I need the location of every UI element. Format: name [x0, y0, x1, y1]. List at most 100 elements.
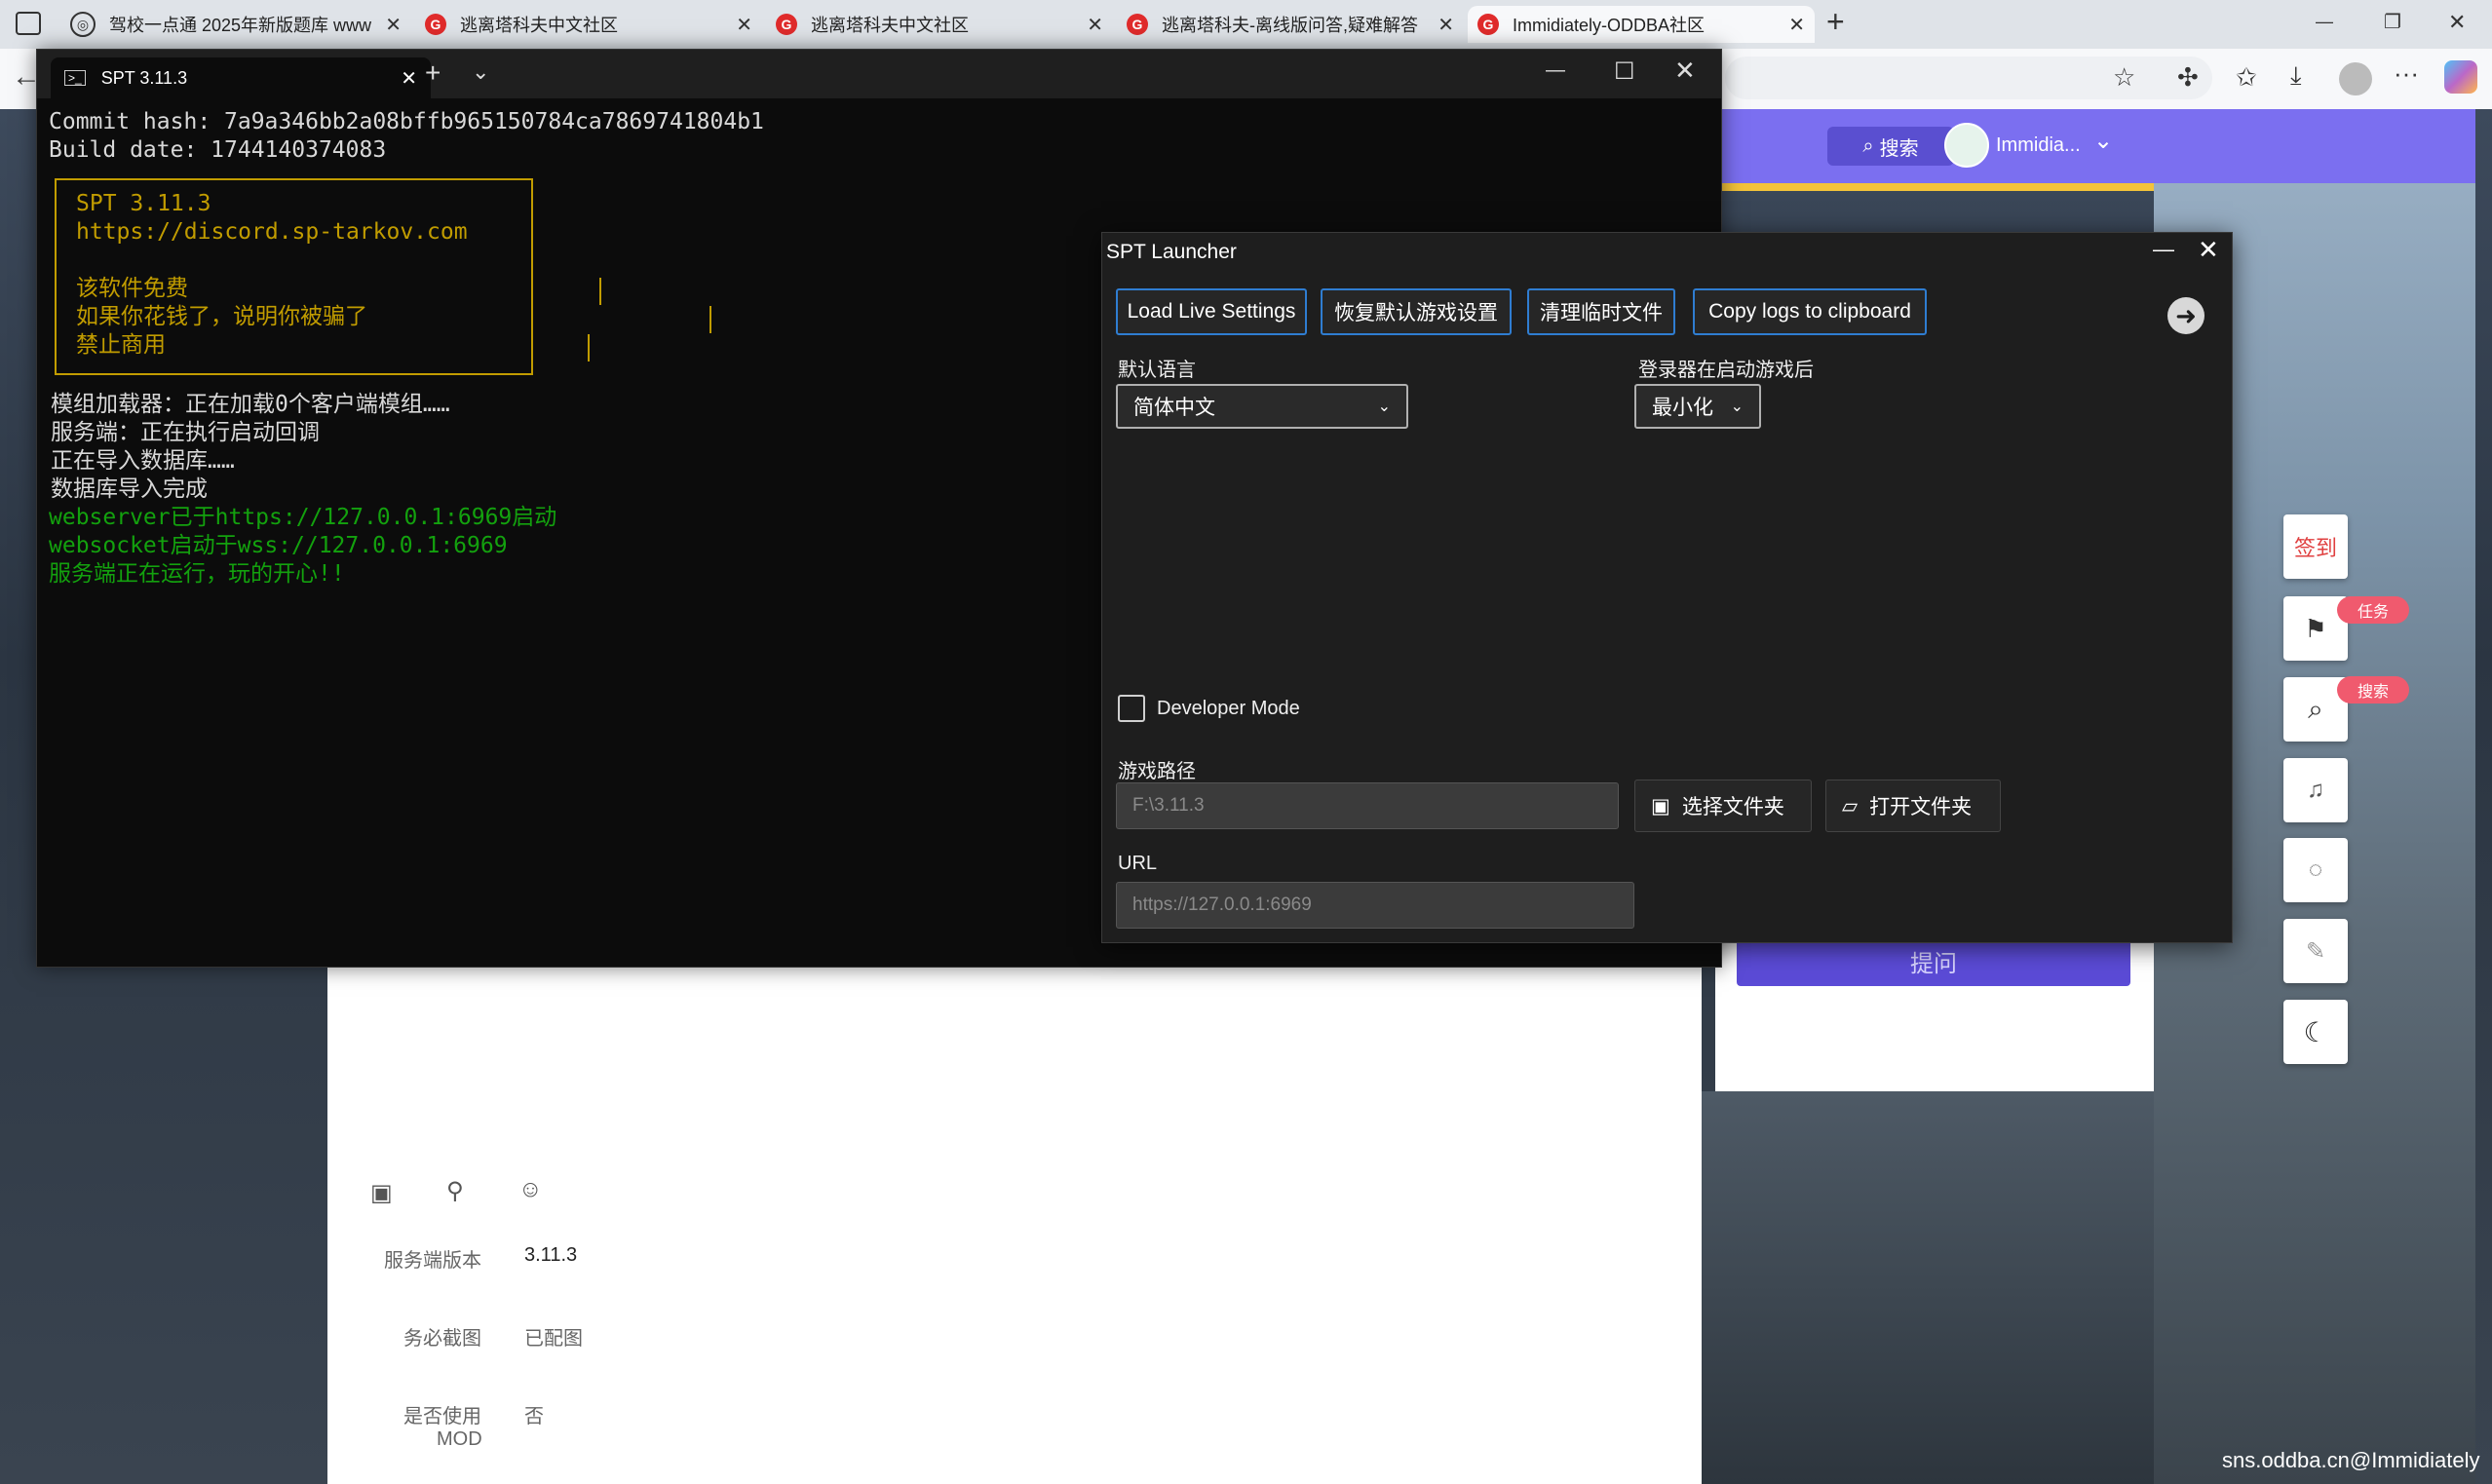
- arrow-right-icon[interactable]: ➜: [2167, 297, 2204, 334]
- search-tag[interactable]: 搜索: [2337, 676, 2409, 704]
- favorite-star-icon[interactable]: ☆: [2113, 62, 2135, 93]
- after-launch-value: 最小化: [1652, 397, 1713, 419]
- watermark: sns.oddba.cn@Immidiately: [2222, 1448, 2480, 1472]
- game-path-label: 游戏路径: [1118, 761, 1196, 782]
- site-logo-icon: G: [425, 14, 446, 35]
- developer-mode-checkbox[interactable]: [1118, 695, 1145, 722]
- chevron-down-icon: ⌄: [1377, 399, 1391, 415]
- open-folder-button[interactable]: ▱ 打开文件夹: [1825, 780, 2001, 832]
- tab-close-icon[interactable]: ✕: [1788, 13, 1805, 37]
- tab-close-icon[interactable]: ✕: [385, 13, 402, 37]
- screenshot-value: 已配图: [524, 1328, 583, 1350]
- download-icon[interactable]: ⤓: [2290, 60, 2302, 92]
- banner-border-fragment: [709, 306, 711, 333]
- link-icon[interactable]: ⚲: [446, 1177, 464, 1205]
- tab-close-icon[interactable]: ✕: [1087, 13, 1103, 37]
- close-icon[interactable]: ✕: [401, 66, 417, 91]
- folder-add-icon: ▣: [1651, 794, 1670, 818]
- clear-temp-button[interactable]: 清理临时文件: [1527, 288, 1675, 335]
- tab-close-icon[interactable]: ✕: [1438, 13, 1454, 37]
- select-folder-label: 选择文件夹: [1681, 796, 1784, 818]
- restore-defaults-button[interactable]: 恢复默认游戏设置: [1321, 288, 1512, 335]
- maximize-button[interactable]: ☐: [1614, 57, 1635, 86]
- site-logo-icon: G: [776, 14, 797, 35]
- server-version-value: 3.11.3: [524, 1244, 578, 1266]
- bell-icon[interactable]: ♫: [2283, 758, 2348, 822]
- chat-icon[interactable]: ◌: [2283, 838, 2348, 902]
- banner-line: 该软件免费: [76, 276, 188, 301]
- tab-label: Immidiately-ODDBA社区: [1513, 16, 1706, 35]
- banner-border-fragment: [588, 334, 590, 361]
- site-header: ⌕ 搜索 Immidia... ⌄: [1696, 109, 2475, 183]
- site-logo-icon: G: [1127, 14, 1148, 35]
- language-value: 简体中文: [1133, 397, 1215, 419]
- terminal-titlebar: >_ SPT 3.11.3 ✕ + ⌄ — ☐ ✕: [37, 50, 1721, 98]
- favorites-icon[interactable]: ✩: [2236, 62, 2257, 93]
- banner-border-fragment: [599, 278, 601, 305]
- close-button[interactable]: ✕: [1674, 56, 1696, 86]
- site-search-button[interactable]: ⌕ 搜索: [1827, 127, 1954, 166]
- browser-tab-1[interactable]: ◎ 驾校一点通 2025年新版题库 www ✕: [60, 6, 411, 43]
- terminal-tab[interactable]: >_ SPT 3.11.3 ✕: [51, 57, 431, 98]
- terminal-line: 服务端：正在执行启动回调: [51, 420, 320, 445]
- new-tab-button[interactable]: +: [1826, 4, 1845, 40]
- chevron-down-icon[interactable]: ⌄: [2093, 127, 2113, 155]
- chevron-down-icon: ⌄: [1730, 399, 1744, 415]
- emoji-icon[interactable]: ☺: [518, 1176, 543, 1203]
- checkin-button[interactable]: 签到: [2283, 514, 2348, 579]
- terminal-banner: SPT 3.11.3 https://discord.sp-tarkov.com…: [55, 178, 533, 375]
- minimize-button[interactable]: —: [2153, 237, 2174, 262]
- banner-line: https://discord.sp-tarkov.com: [76, 219, 468, 245]
- language-select[interactable]: 简体中文 ⌄: [1116, 384, 1408, 429]
- chevron-down-icon[interactable]: ⌄: [472, 59, 489, 85]
- tab-close-icon[interactable]: ✕: [736, 13, 752, 37]
- after-launch-label: 登录器在启动游戏后: [1638, 360, 1814, 381]
- server-version-label: 服务端版本: [384, 1250, 481, 1272]
- folder-open-icon: ▱: [1842, 794, 1859, 818]
- tab-label: 逃离塔科夫-离线版问答,疑难解答: [1162, 16, 1418, 35]
- tab-label: 驾校一点通 2025年新版题库 www: [109, 16, 372, 35]
- banner-line: 禁止商用: [76, 332, 166, 358]
- image-icon[interactable]: ▣: [370, 1179, 393, 1207]
- minimize-button[interactable]: —: [2316, 12, 2333, 32]
- select-folder-button[interactable]: ▣ 选择文件夹: [1634, 780, 1812, 832]
- terminal-tab-title: SPT 3.11.3: [100, 67, 188, 88]
- terminal-line: Build date: 1744140374083: [49, 137, 387, 163]
- browser-tab-2[interactable]: G 逃离塔科夫中文社区 ✕: [415, 6, 762, 43]
- address-bar[interactable]: [1725, 57, 2212, 99]
- terminal-line-success: 服务端正在运行，玩的开心!!: [49, 561, 345, 587]
- username[interactable]: Immidia...: [1996, 134, 2081, 157]
- copy-logs-button[interactable]: Copy logs to clipboard: [1693, 288, 1927, 335]
- browser-tab-5[interactable]: G Immidiately-ODDBA社区 ✕: [1468, 6, 1815, 43]
- maximize-button[interactable]: ❐: [2384, 10, 2401, 34]
- edit-icon[interactable]: ✎: [2283, 919, 2348, 983]
- url-label: URL: [1118, 853, 1158, 874]
- new-tab-button[interactable]: +: [425, 57, 441, 89]
- terminal-line-success: websocket启动于wss://127.0.0.1:6969: [49, 533, 508, 558]
- after-launch-select[interactable]: 最小化 ⌄: [1634, 384, 1761, 429]
- avatar[interactable]: [1944, 123, 1989, 168]
- copilot-icon[interactable]: [2444, 60, 2477, 94]
- screenshot-label: 务必截图: [403, 1328, 481, 1350]
- tab-actions-icon[interactable]: [16, 12, 41, 35]
- close-button[interactable]: ✕: [2198, 235, 2219, 265]
- close-button[interactable]: ✕: [2448, 10, 2466, 35]
- extensions-icon[interactable]: ✣: [2177, 62, 2199, 93]
- header-accent-strip: [1696, 183, 2154, 191]
- task-tag[interactable]: 任务: [2337, 596, 2409, 624]
- mod-label-line1: 是否使用: [403, 1406, 481, 1427]
- browser-tab-4[interactable]: G 逃离塔科夫-离线版问答,疑难解答 ✕: [1117, 6, 1464, 43]
- game-path-field[interactable]: F:\3.11.3: [1116, 782, 1619, 829]
- more-menu-icon[interactable]: ···: [2394, 58, 2419, 89]
- browser-tab-3[interactable]: G 逃离塔科夫中文社区 ✕: [766, 6, 1113, 43]
- site-logo-icon: G: [1477, 14, 1499, 35]
- profile-avatar-icon[interactable]: [2339, 62, 2372, 95]
- url-field[interactable]: https://127.0.0.1:6969: [1116, 882, 1634, 929]
- search-icon: ⌕: [1862, 134, 1874, 157]
- mod-value: 否: [524, 1406, 544, 1427]
- load-live-settings-button[interactable]: Load Live Settings: [1116, 288, 1307, 335]
- browser-tab-bar: ◎ 驾校一点通 2025年新版题库 www ✕ G 逃离塔科夫中文社区 ✕ G …: [0, 0, 2492, 49]
- dark-mode-icon[interactable]: ☾: [2283, 1000, 2348, 1064]
- developer-mode-label[interactable]: Developer Mode: [1157, 698, 1300, 720]
- minimize-button[interactable]: —: [1546, 59, 1565, 82]
